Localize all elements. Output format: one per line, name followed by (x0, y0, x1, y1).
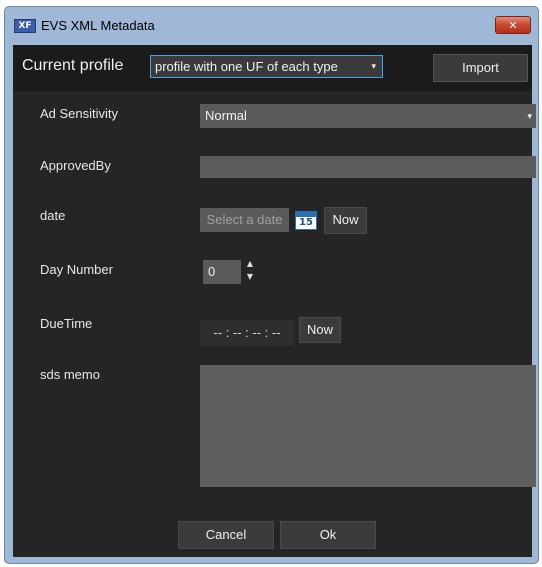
day-number-spinner[interactable]: ▲ ▼ (245, 257, 255, 287)
due-time-now-button[interactable]: Now (299, 317, 341, 343)
date-now-button[interactable]: Now (324, 207, 367, 234)
sds-memo-textarea[interactable] (200, 365, 536, 487)
approved-by-field[interactable] (200, 156, 536, 178)
profile-header: Current profile profile with one UF of e… (13, 45, 532, 91)
approved-by-label: ApprovedBy (40, 158, 111, 173)
calendar-icon-day: 15 (299, 217, 313, 228)
ok-button[interactable]: Ok (280, 521, 376, 549)
window-title: EVS XML Metadata (41, 18, 155, 33)
due-time-input[interactable]: -- : -- : -- : -- (200, 320, 294, 346)
cancel-button[interactable]: Cancel (178, 521, 274, 549)
date-input[interactable]: Select a date (200, 208, 289, 232)
profile-select[interactable]: profile with one UF of each type ▾ (150, 55, 383, 78)
profile-select-value: profile with one UF of each type (155, 59, 338, 74)
chevron-down-icon: ▾ (371, 61, 376, 71)
due-time-label: DueTime (40, 316, 93, 331)
chevron-down-icon: ▾ (527, 111, 532, 121)
dialog-window: XF EVS XML Metadata ✕ Current profile pr… (4, 6, 539, 564)
close-button[interactable]: ✕ (495, 16, 531, 34)
calendar-icon[interactable]: 15 (295, 211, 317, 230)
title-bar: XF EVS XML Metadata ✕ (5, 7, 538, 43)
date-label: date (40, 208, 66, 223)
ad-sensitivity-label: Ad Sensitivity (40, 106, 119, 121)
app-icon: XF (14, 19, 36, 33)
current-profile-label: Current profile (22, 57, 124, 74)
spin-up-icon[interactable]: ▲ (245, 257, 255, 270)
spin-down-icon[interactable]: ▼ (245, 270, 255, 283)
close-icon: ✕ (508, 18, 518, 32)
ad-sensitivity-select[interactable]: Normal ▾ (200, 104, 536, 128)
day-number-input[interactable]: 0 (203, 260, 241, 284)
sds-memo-label: sds memo (40, 367, 100, 382)
import-button[interactable]: Import (433, 54, 528, 82)
dialog-content: Current profile profile with one UF of e… (13, 45, 536, 557)
ad-sensitivity-value: Normal (205, 108, 247, 123)
day-number-label: Day Number (40, 262, 113, 277)
